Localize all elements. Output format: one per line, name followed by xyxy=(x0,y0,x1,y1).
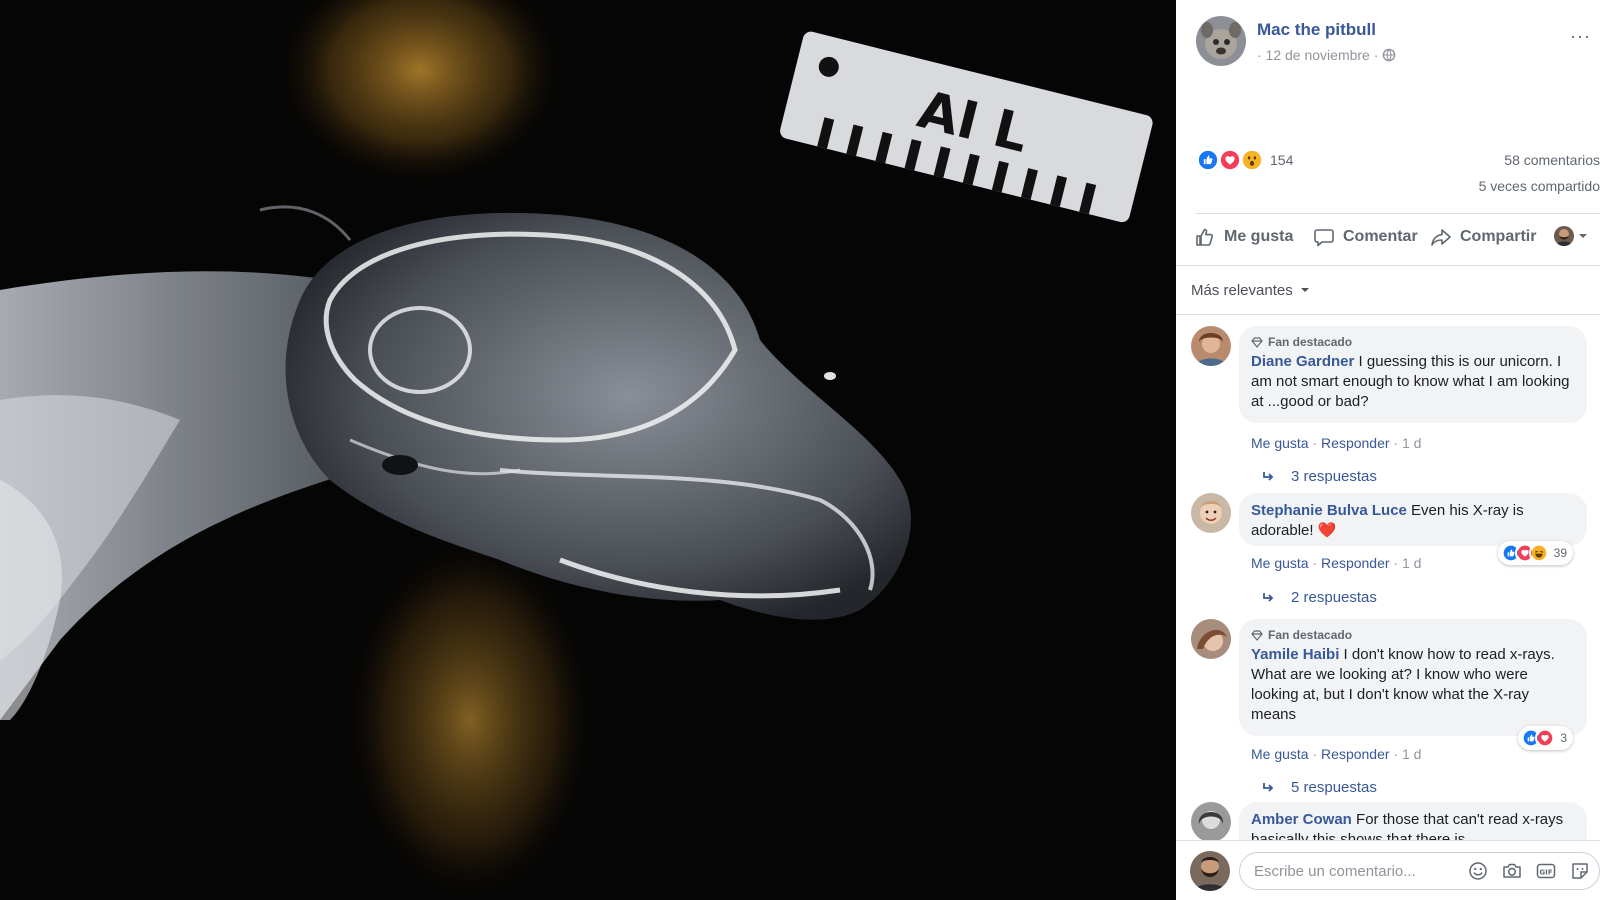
comment-meta: Me gusta · Responder · 1 d xyxy=(1251,555,1422,571)
comment-like-link[interactable]: Me gusta xyxy=(1251,746,1309,762)
diamond-icon xyxy=(1251,336,1263,348)
comment-time[interactable]: 1 d xyxy=(1402,746,1421,762)
comment-sort-label: Más relevantes xyxy=(1191,282,1293,299)
comment-sort-dropdown[interactable]: Más relevantes xyxy=(1191,282,1310,299)
love-icon xyxy=(1535,728,1556,748)
comment-reaction-count: 39 xyxy=(1553,546,1567,560)
comment-reactions[interactable]: 3 xyxy=(1518,726,1573,750)
wow-icon xyxy=(1240,148,1264,172)
reply-arrow-icon xyxy=(1263,471,1274,481)
share-button-label: Compartir xyxy=(1460,228,1537,245)
page-avatar[interactable] xyxy=(1196,16,1246,66)
top-fan-label: Fan destacado xyxy=(1268,628,1353,642)
view-replies-link[interactable]: 5 respuestas xyxy=(1261,779,1377,796)
commenter-avatar[interactable] xyxy=(1191,326,1231,366)
replies-count: 5 respuestas xyxy=(1291,779,1377,796)
reactions-summary: 154 58 comentarios 5 veces compartido xyxy=(1196,148,1600,208)
comment-reply-link[interactable]: Responder xyxy=(1321,435,1390,451)
comments-count-link[interactable]: 58 comentarios xyxy=(1504,152,1600,168)
post-date-text: · 12 de noviembre · xyxy=(1257,47,1379,63)
comment-composer: GIF xyxy=(1176,840,1600,900)
more-options-icon[interactable]: ··· xyxy=(1570,26,1591,47)
xray-image: AI L xyxy=(0,0,1153,900)
globe-icon xyxy=(1382,48,1396,62)
comment-button[interactable]: Comentar xyxy=(1313,226,1418,248)
comment-item: Fan destacado Yamile Haibi I don't know … xyxy=(1191,619,1600,799)
comment-item: Stephanie Bulva Luce Even his X-ray is a… xyxy=(1191,493,1600,613)
comment-reaction-count: 3 xyxy=(1560,731,1567,745)
replies-count: 3 respuestas xyxy=(1291,468,1377,485)
gif-icon[interactable]: GIF xyxy=(1536,861,1556,881)
svg-text:GIF: GIF xyxy=(1539,868,1552,876)
comment-bubble: Fan destacado Diane Gardner I guessing t… xyxy=(1239,326,1587,423)
reply-arrow-icon xyxy=(1263,592,1274,602)
caret-down-icon xyxy=(1300,288,1309,292)
comment-like-link[interactable]: Me gusta xyxy=(1251,435,1309,451)
comment-like-link[interactable]: Me gusta xyxy=(1251,555,1309,571)
commenter-name-link[interactable]: Diane Gardner xyxy=(1251,353,1354,370)
comment-reply-link[interactable]: Responder xyxy=(1321,555,1390,571)
comment-time[interactable]: 1 d xyxy=(1402,435,1421,451)
comment-item: Amber Cowan For those that can't read x-… xyxy=(1191,802,1600,840)
sticker-icon[interactable] xyxy=(1570,861,1590,881)
chevron-down-icon xyxy=(1579,234,1587,238)
comment-button-label: Comentar xyxy=(1343,228,1418,245)
comment-time[interactable]: 1 d xyxy=(1402,555,1421,571)
post-photo[interactable]: AI L xyxy=(0,0,1176,900)
post-as-selector[interactable] xyxy=(1554,226,1588,246)
my-small-avatar xyxy=(1554,226,1574,246)
divider xyxy=(1176,314,1600,315)
post-header: Mac the pitbull · 12 de noviembre · ··· xyxy=(1196,16,1596,76)
post-actions: Me gusta Comentar Compartir xyxy=(1194,222,1600,256)
commenter-name-link[interactable]: Stephanie Bulva Luce xyxy=(1251,502,1407,519)
divider xyxy=(1196,213,1600,214)
share-icon xyxy=(1431,229,1451,246)
comment-bubble: Fan destacado Yamile Haibi I don't know … xyxy=(1239,619,1587,736)
diamond-icon xyxy=(1251,629,1263,641)
replies-count: 2 respuestas xyxy=(1291,589,1377,606)
commenter-avatar[interactable] xyxy=(1191,802,1231,840)
commenter-avatar[interactable] xyxy=(1191,619,1231,659)
like-button-label: Me gusta xyxy=(1224,228,1294,245)
comment-reactions[interactable]: 39 xyxy=(1497,541,1573,565)
like-button[interactable]: Me gusta xyxy=(1194,226,1293,248)
comment-meta: Me gusta · Responder · 1 d xyxy=(1251,746,1422,762)
view-replies-link[interactable]: 2 respuestas xyxy=(1261,589,1377,606)
divider xyxy=(1176,265,1600,266)
top-fan-badge: Fan destacado xyxy=(1251,627,1575,643)
top-fan-label: Fan destacado xyxy=(1268,335,1353,349)
top-fan-badge: Fan destacado xyxy=(1251,334,1575,350)
like-icon xyxy=(1196,148,1220,172)
comment-item: Fan destacado Diane Gardner I guessing t… xyxy=(1191,326,1600,496)
reply-arrow-icon xyxy=(1263,782,1274,792)
comment-bubble: Stephanie Bulva Luce Even his X-ray is a… xyxy=(1239,493,1587,546)
post-side-panel: Mac the pitbull · 12 de noviembre · ··· xyxy=(1176,0,1600,900)
emoji-icon[interactable] xyxy=(1468,861,1488,881)
thumbs-up-icon xyxy=(1196,228,1214,246)
reaction-count[interactable]: 154 xyxy=(1270,152,1293,168)
post-date: · 12 de noviembre · xyxy=(1257,47,1396,63)
my-avatar[interactable] xyxy=(1190,851,1230,891)
comment-reply-link[interactable]: Responder xyxy=(1321,746,1390,762)
commenter-avatar[interactable] xyxy=(1191,493,1231,533)
camera-icon[interactable] xyxy=(1502,861,1522,881)
share-button[interactable]: Compartir xyxy=(1430,226,1536,248)
love-icon xyxy=(1218,148,1242,172)
view-replies-link[interactable]: 3 respuestas xyxy=(1261,468,1377,485)
haha-icon xyxy=(1528,543,1549,563)
commenter-name-link[interactable]: Yamile Haibi xyxy=(1251,646,1339,663)
commenter-name-link[interactable]: Amber Cowan xyxy=(1251,811,1352,828)
shares-count-link[interactable]: 5 veces compartido xyxy=(1479,178,1600,194)
comment-icon xyxy=(1314,229,1334,247)
comment-bubble: Amber Cowan For those that can't read x-… xyxy=(1239,802,1587,840)
comment-meta: Me gusta · Responder · 1 d xyxy=(1251,435,1422,451)
page-name-link[interactable]: Mac the pitbull xyxy=(1257,20,1376,40)
